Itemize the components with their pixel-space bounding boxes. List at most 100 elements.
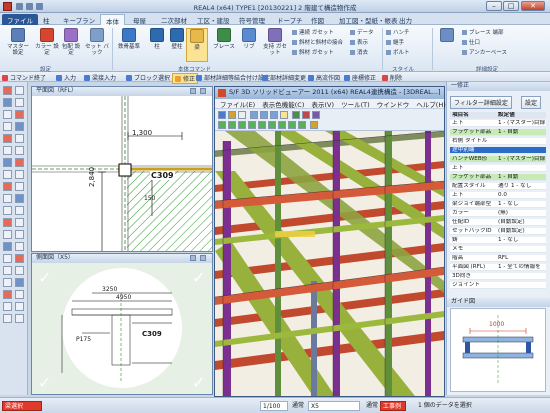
tool-icon[interactable]	[15, 302, 24, 311]
property-row[interactable]: 階高 RFL	[450, 255, 546, 263]
3d-viewer-window[interactable]: S/F 3D ソリッドビューアー 2011 (x64) REAL4連携構造 - …	[214, 86, 446, 397]
undo-icon[interactable]	[26, 3, 33, 10]
redo-icon[interactable]	[36, 3, 43, 10]
tool-icon[interactable]	[3, 206, 12, 215]
pan-icon[interactable]	[260, 111, 268, 119]
plan-drawing[interactable]	[32, 96, 212, 251]
property-row[interactable]: 鋳 1 - なし	[450, 237, 546, 245]
tool-icon[interactable]	[3, 194, 12, 203]
elev-member-label[interactable]: C309	[142, 330, 162, 338]
maximize-button[interactable]: □	[503, 1, 519, 11]
tab-code-mgmt[interactable]: 符号管理	[234, 14, 270, 25]
property-row[interactable]: カラー (無)	[450, 210, 546, 218]
brace-button[interactable]: ブレース	[210, 28, 238, 50]
property-row[interactable]: ブラケット部品 1 - 自動	[450, 129, 546, 137]
tool-icon[interactable]	[15, 182, 24, 191]
tool-icon[interactable]	[15, 242, 24, 251]
window-close-icon[interactable]	[200, 255, 206, 261]
tool-icon[interactable]	[15, 290, 24, 299]
brace-end-button[interactable]: ブレース 端部	[462, 28, 503, 36]
property-value[interactable]: (自動設定)	[498, 228, 525, 234]
property-value[interactable]: 1 - なし	[498, 237, 518, 243]
column-button[interactable]: 柱	[146, 28, 168, 50]
property-row[interactable]: セットバックID (自動設定)	[450, 228, 546, 236]
bolt-button[interactable]: ボルト	[386, 48, 410, 56]
property-row[interactable]: 上下	[450, 165, 546, 173]
view-icon[interactable]	[292, 111, 300, 119]
tab-construction[interactable]: 工区・建設	[192, 14, 235, 25]
tool-icon[interactable]	[3, 254, 12, 263]
property-row[interactable]: ブラケット部品 1 - 自動	[450, 174, 546, 182]
3d-model[interactable]	[215, 131, 444, 396]
tab-drawing[interactable]: 作図	[306, 14, 329, 25]
detail-change-button[interactable]: 部材詳細変更	[262, 73, 306, 82]
beam-contact-input-button[interactable]: 梁接入力	[84, 73, 116, 82]
property-row[interactable]: メモ	[450, 246, 546, 254]
elevation-drawing[interactable]: ✓ ✓ ✓ ✓	[32, 263, 212, 394]
property-row[interactable]: 上下 0.0	[450, 192, 546, 200]
tab-purlin[interactable]: 母屋	[128, 14, 151, 25]
plan-view-window[interactable]: 平面図（RFL） 1,300 2,840 150 C309	[31, 86, 213, 252]
property-value[interactable]: 1 - (マスター)目録	[498, 156, 545, 162]
tool-red-icon[interactable]	[3, 290, 12, 299]
minimize-button[interactable]: –	[486, 1, 502, 11]
display-button[interactable]: 表示	[350, 38, 368, 46]
open-icon[interactable]	[218, 111, 226, 119]
property-row[interactable]: ハンチWEB形 1 - (マスター)目録	[450, 156, 546, 164]
tab-keyplan[interactable]: キープラン	[58, 14, 100, 25]
tool-icon[interactable]	[3, 146, 12, 155]
window-close-icon[interactable]	[200, 88, 206, 94]
tool-blue-icon[interactable]	[15, 278, 24, 287]
joint-button[interactable]: 継手	[386, 38, 404, 46]
menu-file[interactable]: ファイル(E)	[220, 101, 255, 109]
diagonal-joint-button[interactable]: 斜材と斜材の接合	[292, 38, 343, 46]
property-value[interactable]: 1 - 自動	[498, 174, 518, 180]
tool-blue-icon[interactable]	[3, 98, 12, 107]
tool-icon[interactable]	[15, 314, 24, 323]
tool-icon[interactable]	[15, 218, 24, 227]
tool-red-icon[interactable]	[15, 254, 24, 263]
tool-icon[interactable]	[3, 314, 12, 323]
tool-icon[interactable]	[15, 170, 24, 179]
save-icon[interactable]	[16, 3, 23, 10]
setback-button[interactable]: セット バック	[84, 28, 110, 56]
tool-icon[interactable]	[3, 230, 12, 239]
tool-icon[interactable]	[15, 230, 24, 239]
tool-icon[interactable]	[3, 266, 12, 275]
property-row[interactable]: 仕配ID (自動設定)	[450, 219, 546, 227]
property-row[interactable]: 配置スタイル 通り 1 - なし	[450, 183, 546, 191]
3d-scene[interactable]	[215, 131, 444, 396]
block-select-button[interactable]: ブロック選択	[126, 73, 170, 82]
master-settings-button[interactable]: マスター 設定	[4, 28, 32, 56]
color-settings-button[interactable]: カラー 設定	[34, 28, 60, 56]
property-value[interactable]: 1 - 全ての情報を	[498, 264, 541, 270]
filter-detail-button[interactable]: フィルター詳細設定	[450, 96, 512, 109]
anchor-base-button[interactable]: アンカーベース	[462, 48, 507, 56]
tool-icon[interactable]	[3, 122, 12, 131]
tool-icon[interactable]	[15, 134, 24, 143]
tool-blue-icon[interactable]	[3, 242, 12, 251]
property-row[interactable]: 平面図 (RFL) 1 - 全ての情報を	[450, 264, 546, 272]
tool-icon[interactable]	[15, 146, 24, 155]
tool-red-icon[interactable]	[3, 134, 12, 143]
rib-button[interactable]: リブ	[238, 28, 260, 50]
beam-button[interactable]: 梁	[186, 28, 208, 62]
detail-link-settings-button[interactable]: 部材詳細等結合付け設定	[196, 73, 270, 82]
layer-icon[interactable]	[228, 121, 236, 129]
input-button[interactable]: 入力	[56, 73, 76, 82]
support-gusset-button[interactable]: 支持 ガセット	[262, 28, 288, 56]
data-button[interactable]: データ	[350, 28, 374, 36]
select-icon[interactable]	[280, 111, 288, 119]
layer-icon[interactable]	[238, 121, 246, 129]
steel-base-button[interactable]: 鉄骨基準	[114, 28, 144, 50]
property-row[interactable]: 梁ジョイ端部型 1 - なし	[450, 201, 546, 209]
menu-color[interactable]: 表示色機能(C)	[262, 101, 304, 109]
window-minimize-icon[interactable]	[190, 255, 196, 261]
haunch-button[interactable]: ハンチ	[386, 28, 410, 36]
layer-icon[interactable]	[248, 121, 256, 129]
delete-button[interactable]: 削除	[382, 73, 402, 82]
layer-icon[interactable]	[298, 121, 306, 129]
menu-tools[interactable]: ツール(T)	[341, 101, 370, 109]
tool-red-icon[interactable]	[3, 218, 12, 227]
tool-blue-icon[interactable]	[15, 194, 24, 203]
